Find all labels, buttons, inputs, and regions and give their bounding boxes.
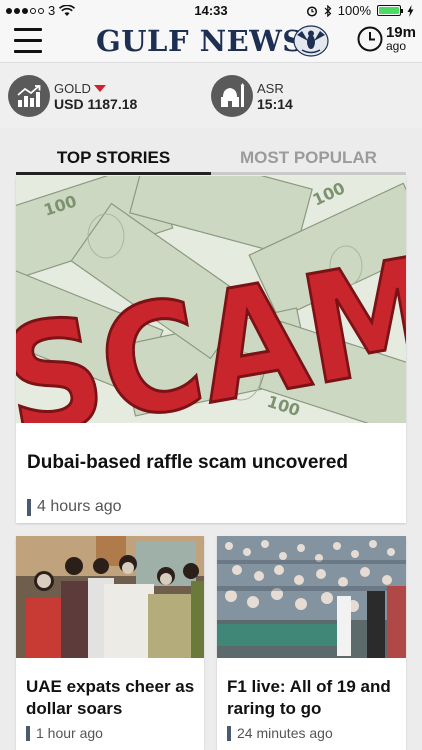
- story-tabs: TOP STORIES MOST POPULAR: [16, 142, 406, 176]
- falcon-emblem-icon: [293, 25, 329, 57]
- prayer-time: 15:14: [257, 95, 293, 112]
- gold-label: GOLD: [54, 80, 91, 96]
- story-meta: 1 hour ago: [26, 725, 103, 741]
- story-meta: 24 minutes ago: [227, 725, 333, 741]
- meta-bar: [27, 498, 31, 516]
- bluetooth-icon: [324, 4, 332, 17]
- story-headline: UAE expats cheer as dollar soars: [26, 677, 195, 718]
- gold-price: USD 1187.18: [54, 95, 138, 112]
- last-updated-button[interactable]: 19m ago: [357, 24, 416, 53]
- updated-suffix: ago: [385, 39, 406, 53]
- tab-most-popular[interactable]: MOST POPULAR: [211, 142, 406, 175]
- featured-story-image: 100 100 100 SCAM: [16, 176, 406, 423]
- status-right: 100%: [306, 3, 414, 18]
- clock-icon: [357, 26, 383, 52]
- story-time: 24 minutes ago: [237, 725, 333, 741]
- story-card[interactable]: F1 live: All of 19 and raring to go 24 m…: [217, 536, 406, 750]
- meta-bar: [227, 725, 231, 741]
- info-bar: GOLD USD 1187.18 ASR 15:14: [0, 63, 422, 128]
- meta-bar: [26, 725, 30, 741]
- app-logo: GULF NEWS: [96, 24, 304, 58]
- story-image: [217, 536, 406, 658]
- alarm-icon: [306, 5, 317, 17]
- featured-story-card[interactable]: 100 100 100 SCAM Dubai-based raffle scam…: [16, 176, 406, 523]
- mosque-icon: [211, 75, 253, 117]
- battery-icon: [377, 5, 403, 16]
- story-image: [16, 536, 204, 658]
- app-header: GULF NEWS 19m ago: [0, 22, 422, 63]
- story-time: 1 hour ago: [36, 725, 103, 741]
- prayer-label: ASR: [257, 80, 284, 96]
- battery-percent: 100%: [337, 3, 371, 18]
- story-headline: F1 live: All of 19 and raring to go: [227, 677, 391, 718]
- status-bar: 3 14:33 100%: [0, 0, 422, 22]
- featured-story-time: 4 hours ago: [37, 498, 122, 515]
- menu-button[interactable]: [14, 28, 42, 53]
- down-arrow-icon: [93, 84, 106, 92]
- updated-value: 19m: [385, 24, 416, 41]
- prayer-time-widget[interactable]: ASR 15:14: [211, 75, 293, 117]
- story-card[interactable]: UAE expats cheer as dollar soars 1 hour …: [16, 536, 204, 750]
- charging-icon: [407, 4, 414, 17]
- gold-price-widget[interactable]: GOLD USD 1187.18: [8, 75, 137, 117]
- featured-story-headline: Dubai-based raffle scam uncovered: [27, 452, 348, 473]
- featured-story-meta: 4 hours ago: [27, 498, 122, 516]
- gold-chart-icon: [8, 75, 50, 117]
- tab-top-stories[interactable]: TOP STORIES: [16, 142, 211, 175]
